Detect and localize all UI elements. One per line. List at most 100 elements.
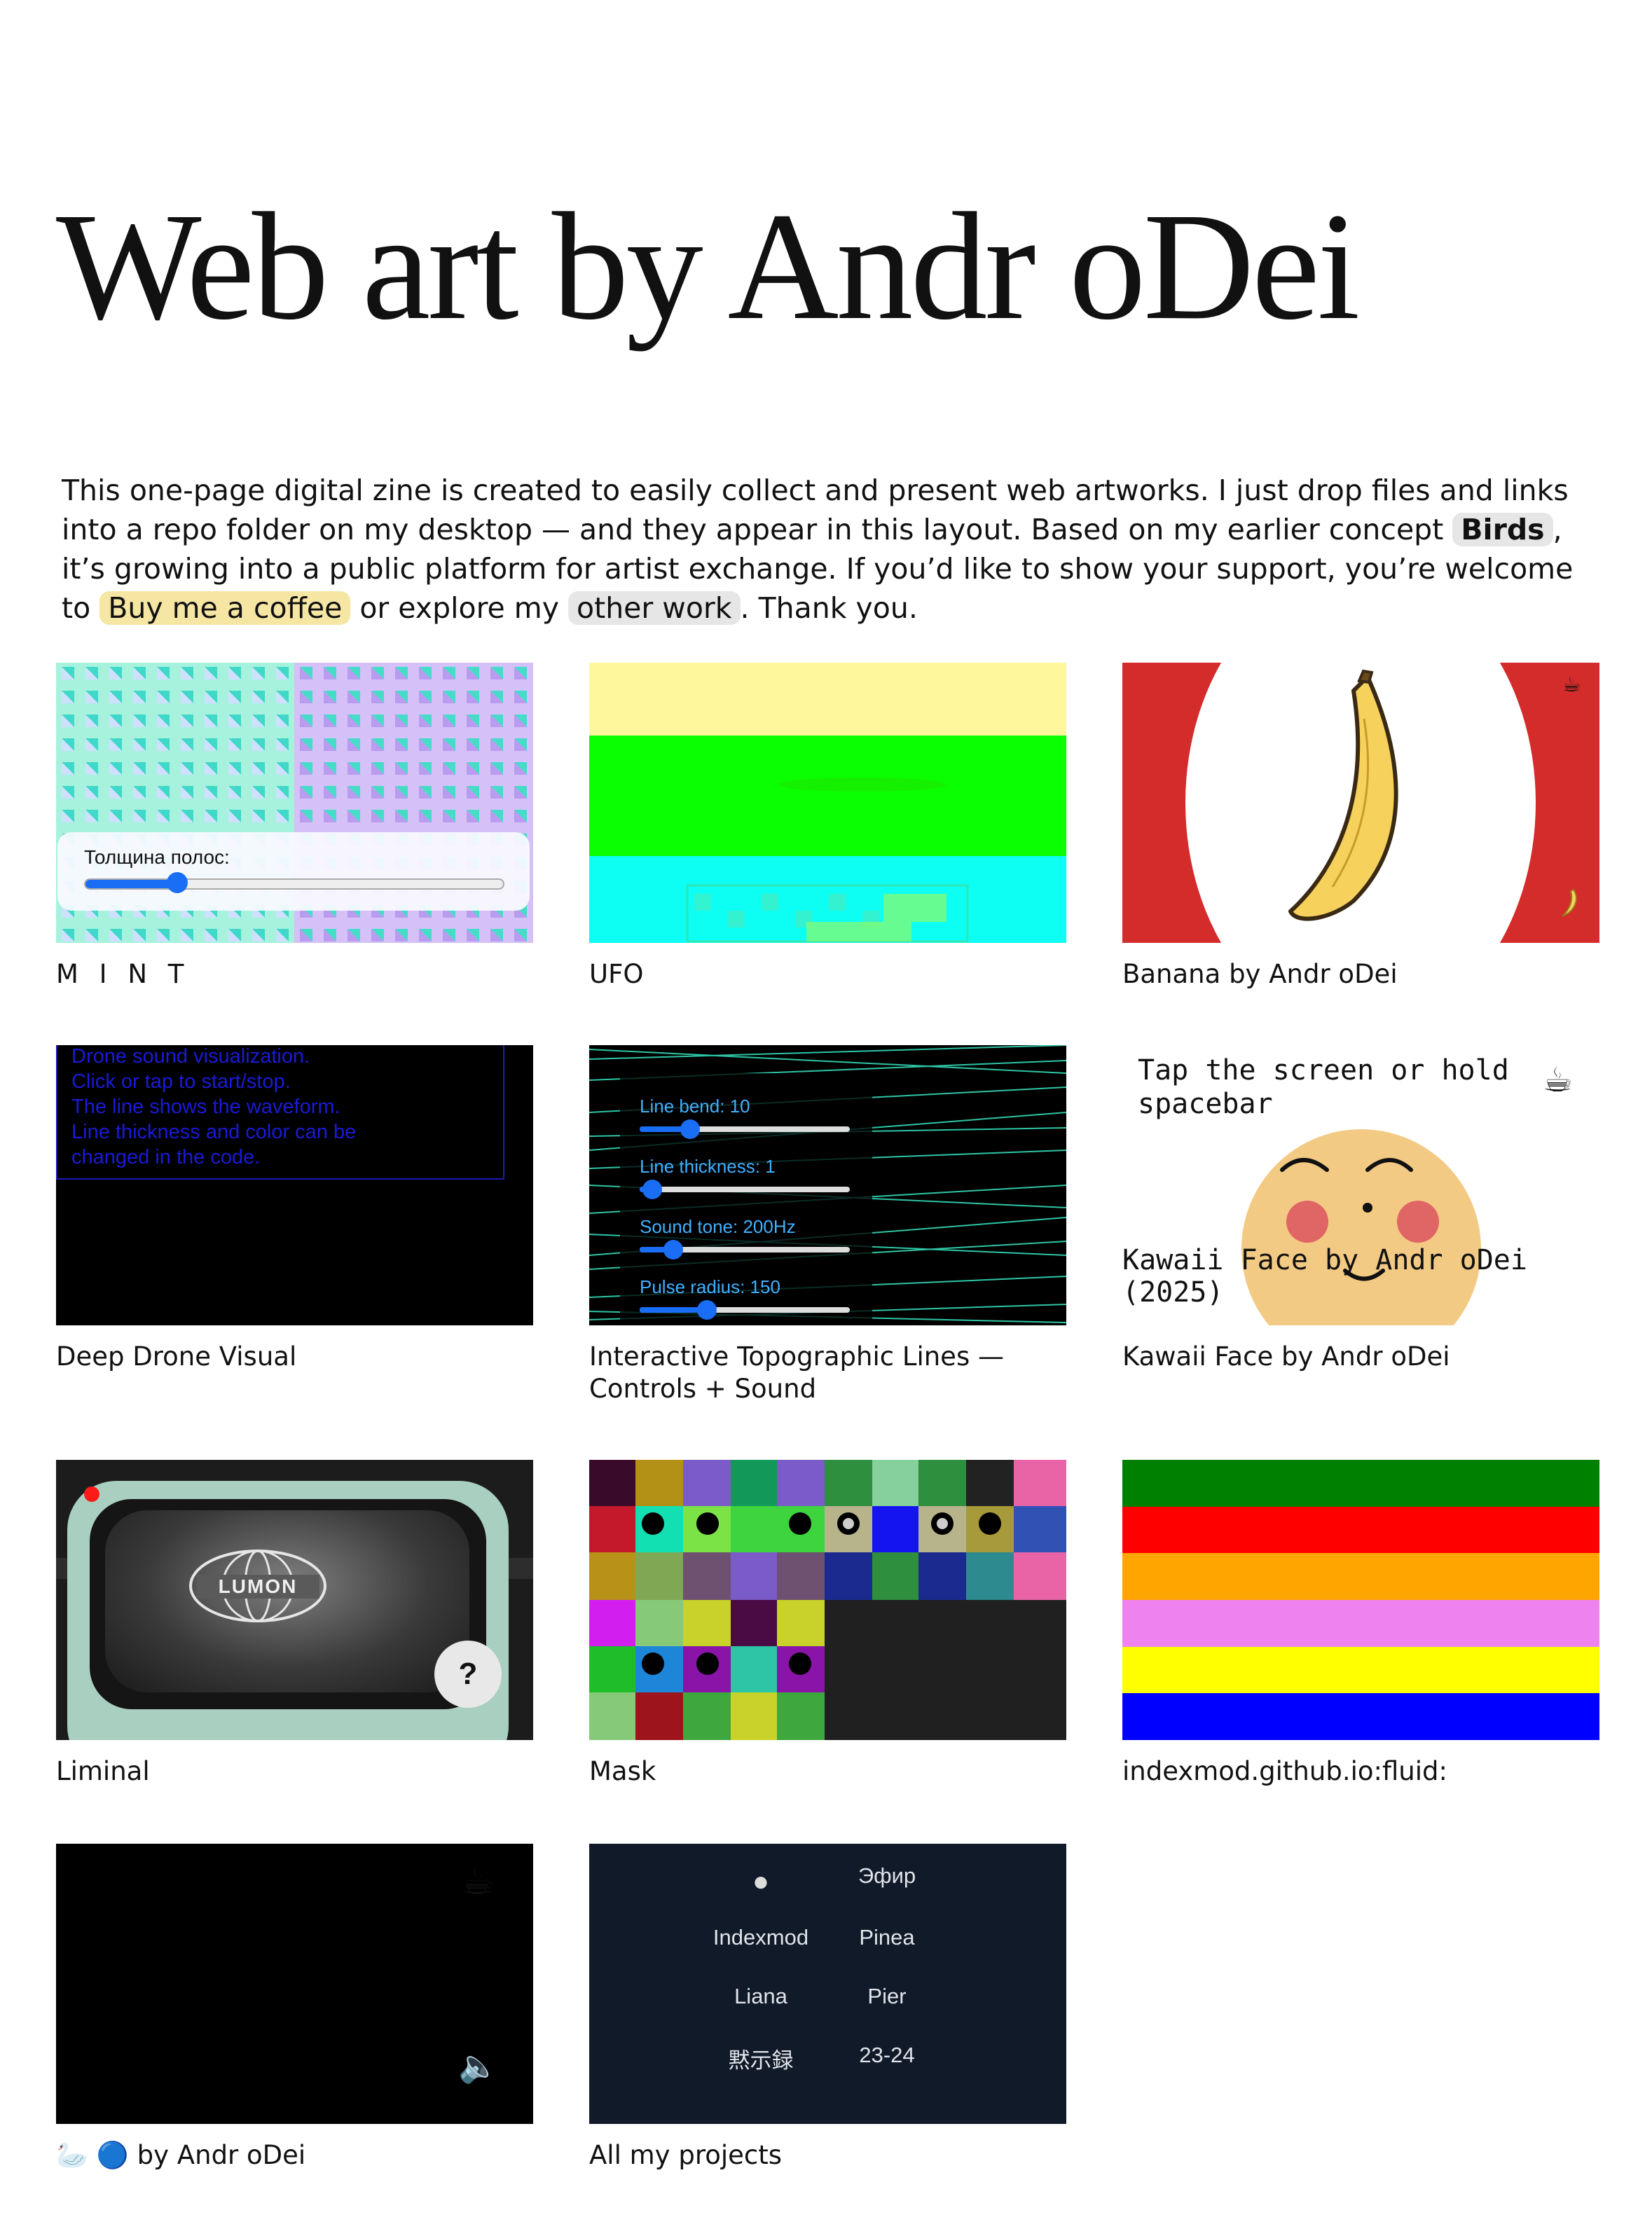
buy-me-a-coffee-link[interactable]: Buy me a coffee: [99, 591, 351, 625]
artwork-card-ufo[interactable]: UFO: [589, 663, 1066, 991]
project-link-pier[interactable]: Pier: [834, 1984, 939, 2009]
intro-text: This one-page digital zine is created to…: [62, 471, 1603, 628]
card-caption[interactable]: Kawaii Face by Andr oDei: [1122, 1341, 1599, 1373]
artwork-card-deep-drone[interactable]: Drone sound visualization. Click or tap …: [56, 1045, 533, 1373]
coffee-icon[interactable]: ☕: [1562, 672, 1581, 697]
birds-link[interactable]: Birds: [1452, 513, 1553, 546]
color-stripe: [1122, 1553, 1599, 1600]
intro-part-4: . Thank you.: [740, 591, 918, 625]
ufo-glitch-overlay: [686, 778, 969, 943]
drone-info-line: changed in the code.: [71, 1146, 261, 1168]
mint-slider-label: Толщина полос:: [84, 846, 230, 868]
drone-info-line: Drone sound visualization.: [71, 1045, 310, 1068]
slider-track[interactable]: [640, 1180, 850, 1199]
control-label: Sound tone: 200Hz: [640, 1216, 796, 1237]
artwork-card-mint[interactable]: Толщина полос: M I N T: [56, 663, 533, 991]
kawaii-thumbnail[interactable]: Tap the screen or hold spacebar Kawaii F…: [1122, 1045, 1599, 1325]
control-sound-tone: Sound tone: 200Hz: [640, 1216, 864, 1276]
card-caption[interactable]: Banana by Andr oDei: [1122, 958, 1599, 991]
project-link-efir[interactable]: Эфир: [834, 1863, 939, 1889]
page-title: Web art by Andr oDei: [56, 181, 1360, 352]
color-stripe: [1122, 1507, 1599, 1553]
mint-control-panel: Толщина полос:: [57, 832, 530, 911]
kawaii-instruction: Tap the screen or hold spacebar: [1138, 1054, 1509, 1121]
artwork-card-all-projects[interactable]: ● Эфир Indexmod Pinea Liana Pier 黙示録 23-…: [589, 1844, 1066, 2172]
slider-knob[interactable]: [663, 1240, 683, 1260]
topographic-controls: Line bend: 10 Line thickness: 1 Sound to…: [640, 1096, 864, 1325]
drone-info-line: Line thickness and color can be: [71, 1121, 357, 1143]
color-stripe: [1122, 1693, 1599, 1740]
kawaii-credit: Kawaii Face by Andr oDei (2025): [1122, 1244, 1527, 1309]
mint-slider-track[interactable]: [84, 872, 504, 893]
color-stripe: [1122, 1600, 1599, 1647]
lumon-logo-text: LUMON: [218, 1575, 298, 1597]
control-label: Line bend: 10: [640, 1096, 750, 1117]
project-link-23-24[interactable]: 23-24: [834, 2043, 939, 2068]
color-stripe: [1122, 1460, 1599, 1507]
card-caption[interactable]: Interactive Topographic Lines — Controls…: [589, 1341, 1066, 1405]
card-caption[interactable]: Mask: [589, 1755, 1066, 1788]
project-link-liana[interactable]: Liana: [708, 1984, 813, 2009]
drone-thumbnail[interactable]: Drone sound visualization. Click or tap …: [56, 1045, 533, 1325]
artwork-card-liminal[interactable]: LUMON ? Liminal: [56, 1460, 533, 1788]
drone-info-line: The line shows the waveform.: [71, 1096, 340, 1118]
control-label: Pulse radius: 150: [640, 1276, 780, 1297]
slider-knob[interactable]: [680, 1119, 700, 1139]
control-line-bend: Line bend: 10: [640, 1096, 864, 1156]
speaker-icon[interactable]: 🔈: [458, 2047, 498, 2085]
swan-thumbnail[interactable]: ☕ 🔈: [56, 1844, 533, 2124]
projects-dot[interactable]: ●: [708, 1866, 813, 1898]
card-caption[interactable]: Liminal: [56, 1755, 533, 1788]
other-work-link[interactable]: other work: [568, 591, 741, 625]
card-caption[interactable]: All my projects: [589, 2139, 1066, 2172]
kawaii-credit-line: Kawaii Face by Andr oDei: [1122, 1244, 1527, 1276]
slider-track[interactable]: [640, 1300, 850, 1320]
drone-info-line: Click or tap to start/stop.: [71, 1070, 291, 1093]
control-line-thickness: Line thickness: 1: [640, 1156, 864, 1216]
slider-track[interactable]: [640, 1240, 850, 1260]
card-caption[interactable]: 🦢 🔵 by Andr oDei: [56, 2139, 533, 2172]
banana-icon: [1288, 669, 1398, 921]
coffee-icon[interactable]: ☕: [1543, 1061, 1573, 1100]
card-caption[interactable]: indexmod.github.io:fluid:: [1122, 1755, 1599, 1788]
recording-dot: [84, 1486, 99, 1502]
slider-knob[interactable]: [697, 1300, 717, 1320]
fluid-thumbnail[interactable]: [1122, 1460, 1599, 1740]
topographic-thumbnail[interactable]: Line bend: 10 Line thickness: 1 Sound to…: [589, 1045, 1066, 1325]
card-caption[interactable]: UFO: [589, 958, 1066, 991]
color-stripe: [1122, 1647, 1599, 1693]
intro-part-1: This one-page digital zine is created to…: [62, 474, 1569, 546]
mask-grid: [589, 1460, 1066, 1740]
kawaii-instruction-line: Tap the screen or hold: [1138, 1054, 1509, 1086]
mint-thumbnail[interactable]: Толщина полос:: [56, 663, 533, 943]
banana-thumbnail[interactable]: ☕: [1122, 663, 1599, 943]
slider-track[interactable]: [640, 1119, 850, 1139]
card-caption[interactable]: Deep Drone Visual: [56, 1341, 533, 1373]
liminal-thumbnail[interactable]: LUMON ?: [56, 1460, 533, 1740]
kawaii-credit-line: (2025): [1122, 1276, 1224, 1309]
artwork-card-fluid[interactable]: indexmod.github.io:fluid:: [1122, 1460, 1599, 1788]
artwork-card-mask[interactable]: Mask: [589, 1460, 1066, 1788]
intro-part-3: or explore my: [350, 591, 569, 625]
artwork-card-kawaii[interactable]: Tap the screen or hold spacebar Kawaii F…: [1122, 1045, 1599, 1373]
project-link-mokushiroku[interactable]: 黙示録: [708, 2043, 813, 2074]
artwork-card-banana[interactable]: ☕ Banana by Andr oDei: [1122, 663, 1599, 991]
ufo-thumbnail[interactable]: [589, 663, 1066, 943]
control-pulse-radius: Pulse radius: 150: [640, 1276, 864, 1325]
mint-slider-knob[interactable]: [167, 872, 188, 893]
artwork-card-topographic[interactable]: Line bend: 10 Line thickness: 1 Sound to…: [589, 1045, 1066, 1405]
kawaii-instruction-line: spacebar: [1138, 1088, 1273, 1120]
project-link-indexmod[interactable]: Indexmod: [694, 1925, 827, 1950]
slider-knob[interactable]: [642, 1180, 662, 1199]
mint-slider-fill: [85, 880, 178, 888]
banana-small-icon: [1562, 888, 1577, 917]
mask-thumbnail[interactable]: [589, 1460, 1066, 1740]
artwork-card-swan[interactable]: ☕ 🔈 🦢 🔵 by Andr oDei: [56, 1844, 533, 2172]
project-link-pinea[interactable]: Pinea: [834, 1925, 939, 1950]
control-label: Line thickness: 1: [640, 1156, 776, 1177]
projects-thumbnail[interactable]: ● Эфир Indexmod Pinea Liana Pier 黙示録 23-…: [589, 1844, 1066, 2124]
card-caption[interactable]: M I N T: [56, 958, 533, 991]
coffee-icon[interactable]: ☕: [461, 1859, 495, 1903]
drone-info-box: Drone sound visualization. Click or tap …: [56, 1045, 504, 1180]
help-button[interactable]: ?: [434, 1641, 502, 1708]
